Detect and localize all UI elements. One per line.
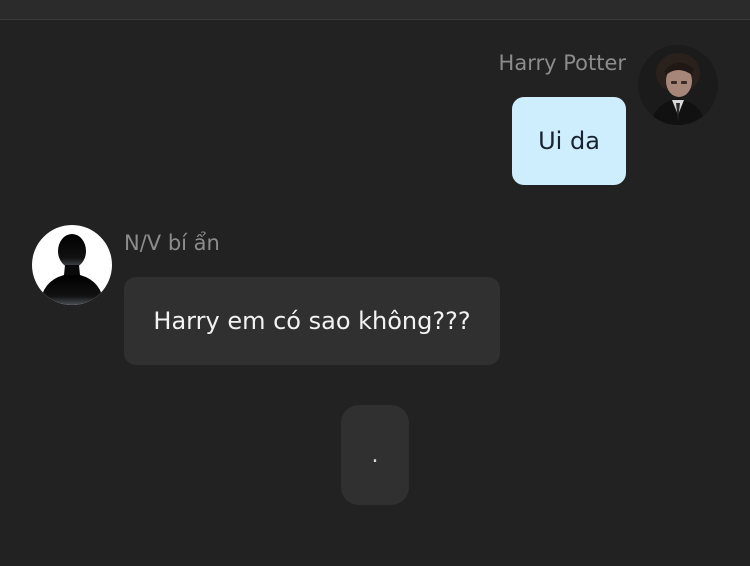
harry-potter-portrait-icon: [638, 45, 718, 125]
mystery-character-avatar[interactable]: [32, 225, 112, 305]
typing-indicator: .: [341, 405, 409, 505]
top-bar: [0, 0, 750, 20]
message-bubble-incoming[interactable]: Harry em có sao không???: [124, 277, 500, 365]
sender-name-harry: Harry Potter: [498, 51, 626, 75]
message-bubble-outgoing[interactable]: Ui da: [512, 97, 626, 185]
silhouette-person-icon: [32, 225, 112, 305]
message-text: Ui da: [538, 127, 600, 155]
harry-potter-avatar[interactable]: [638, 45, 718, 125]
message-text: Harry em có sao không???: [153, 307, 471, 335]
sender-name-mystery: N/V bí ẩn: [124, 231, 220, 255]
typing-dot: .: [371, 442, 379, 468]
chat-screen: Harry Potter Ui da N/V bí ẩn Harry em có…: [0, 0, 750, 566]
